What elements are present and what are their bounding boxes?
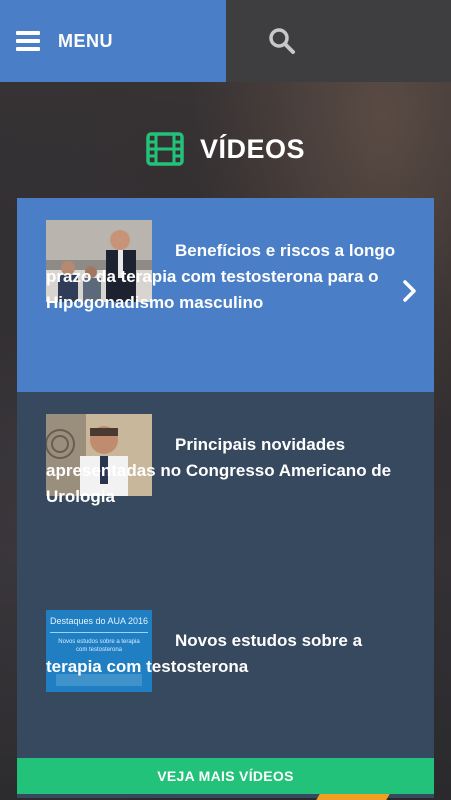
section-header: VÍDEOS [0,132,451,166]
top-bar: MENU [0,0,451,82]
chevron-right-icon[interactable] [402,280,416,302]
video-title: Principais novidades apresentadas no Con… [46,435,392,506]
video-card[interactable]: Destaques do AUA 2016 Novos estudos sobr… [17,586,434,746]
section-title: VÍDEOS [199,133,306,164]
video-title-container: Benefícios e riscos a longo prazo da ter… [46,238,396,316]
thumbnail-heading: Destaques do AUA 2016 [49,616,149,626]
video-title: Novos estudos sobre a terapia com testos… [46,631,363,676]
film-icon [146,132,184,166]
menu-button[interactable]: MENU [0,0,226,82]
video-card[interactable]: Principais novidades apresentadas no Con… [17,392,434,586]
video-list: Benefícios e riscos a longo prazo da ter… [17,198,434,798]
video-title: Benefícios e riscos a longo prazo da ter… [46,241,396,312]
search-icon [269,28,295,54]
search-button[interactable] [226,0,451,82]
video-title-container: Principais novidades apresentadas no Con… [46,432,396,510]
video-card[interactable]: Benefícios e riscos a longo prazo da ter… [17,198,434,392]
see-more-videos-button[interactable]: VEJA MAIS VÍDEOS [17,758,434,794]
decorative-accent [316,794,390,800]
menu-label: MENU [58,30,113,51]
video-title-container: Novos estudos sobre a terapia com testos… [46,628,396,680]
hamburger-icon [16,31,40,51]
